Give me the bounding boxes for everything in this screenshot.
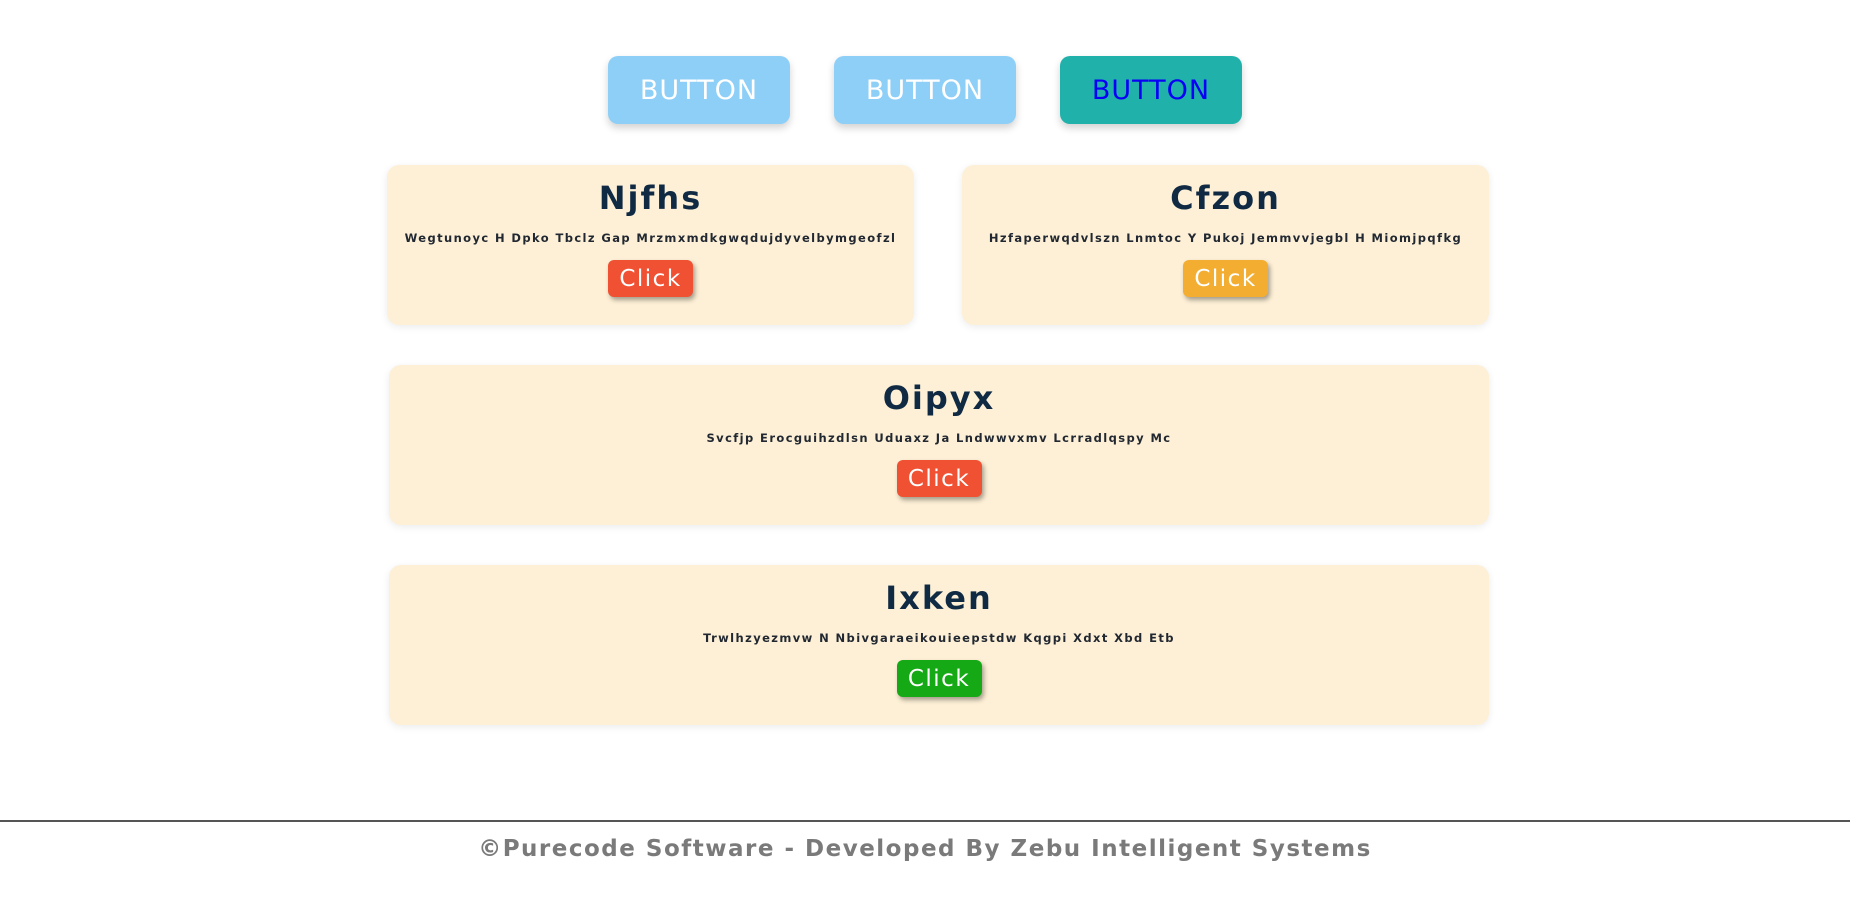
card-description: Svcfjp Erocguihzdlsn Uduaxz Ja Lndwwvxmv…: [706, 431, 1172, 445]
card-title: Oipyx: [882, 379, 996, 417]
top-button-1[interactable]: BUTTON: [608, 56, 790, 124]
card-title: Ixken: [885, 579, 993, 617]
top-button-row: BUTTON BUTTON BUTTON: [0, 56, 1850, 124]
card-description: Hzfaperwqdvlszn Lnmtoc Y Pukoj Jemmvvjeg…: [988, 231, 1463, 245]
card-oipyx: Oipyx Svcfjp Erocguihzdlsn Uduaxz Ja Lnd…: [389, 365, 1489, 525]
footer-divider: [0, 820, 1850, 822]
page: BUTTON BUTTON BUTTON Njfhs Wegtunoyc H D…: [0, 0, 1850, 900]
card-title: Cfzon: [1170, 179, 1281, 217]
card-click-button[interactable]: Click: [896, 460, 982, 497]
card-njfhs: Njfhs Wegtunoyc H Dpko Tbclz Gap Mrzmxmd…: [387, 165, 914, 325]
card-ixken: Ixken Trwlhzyezmvw N Nbivgaraeikouieepst…: [389, 565, 1489, 725]
card-description: Wegtunoyc H Dpko Tbclz Gap Mrzmxmdkgwqdu…: [404, 231, 897, 245]
top-button-3[interactable]: BUTTON: [1060, 56, 1242, 124]
card-title: Njfhs: [598, 179, 703, 217]
footer-copyright: ©Purecode Software - Developed By Zebu I…: [478, 836, 1372, 862]
card-click-button[interactable]: Click: [1183, 260, 1268, 297]
card-cfzon: Cfzon Hzfaperwqdvlszn Lnmtoc Y Pukoj Jem…: [962, 165, 1489, 325]
top-button-2[interactable]: BUTTON: [834, 56, 1016, 124]
card-description: Trwlhzyezmvw N Nbivgaraeikouieepstdw Kqg…: [703, 631, 1175, 645]
card-click-button[interactable]: Click: [608, 260, 693, 297]
card-click-button[interactable]: Click: [896, 660, 982, 697]
